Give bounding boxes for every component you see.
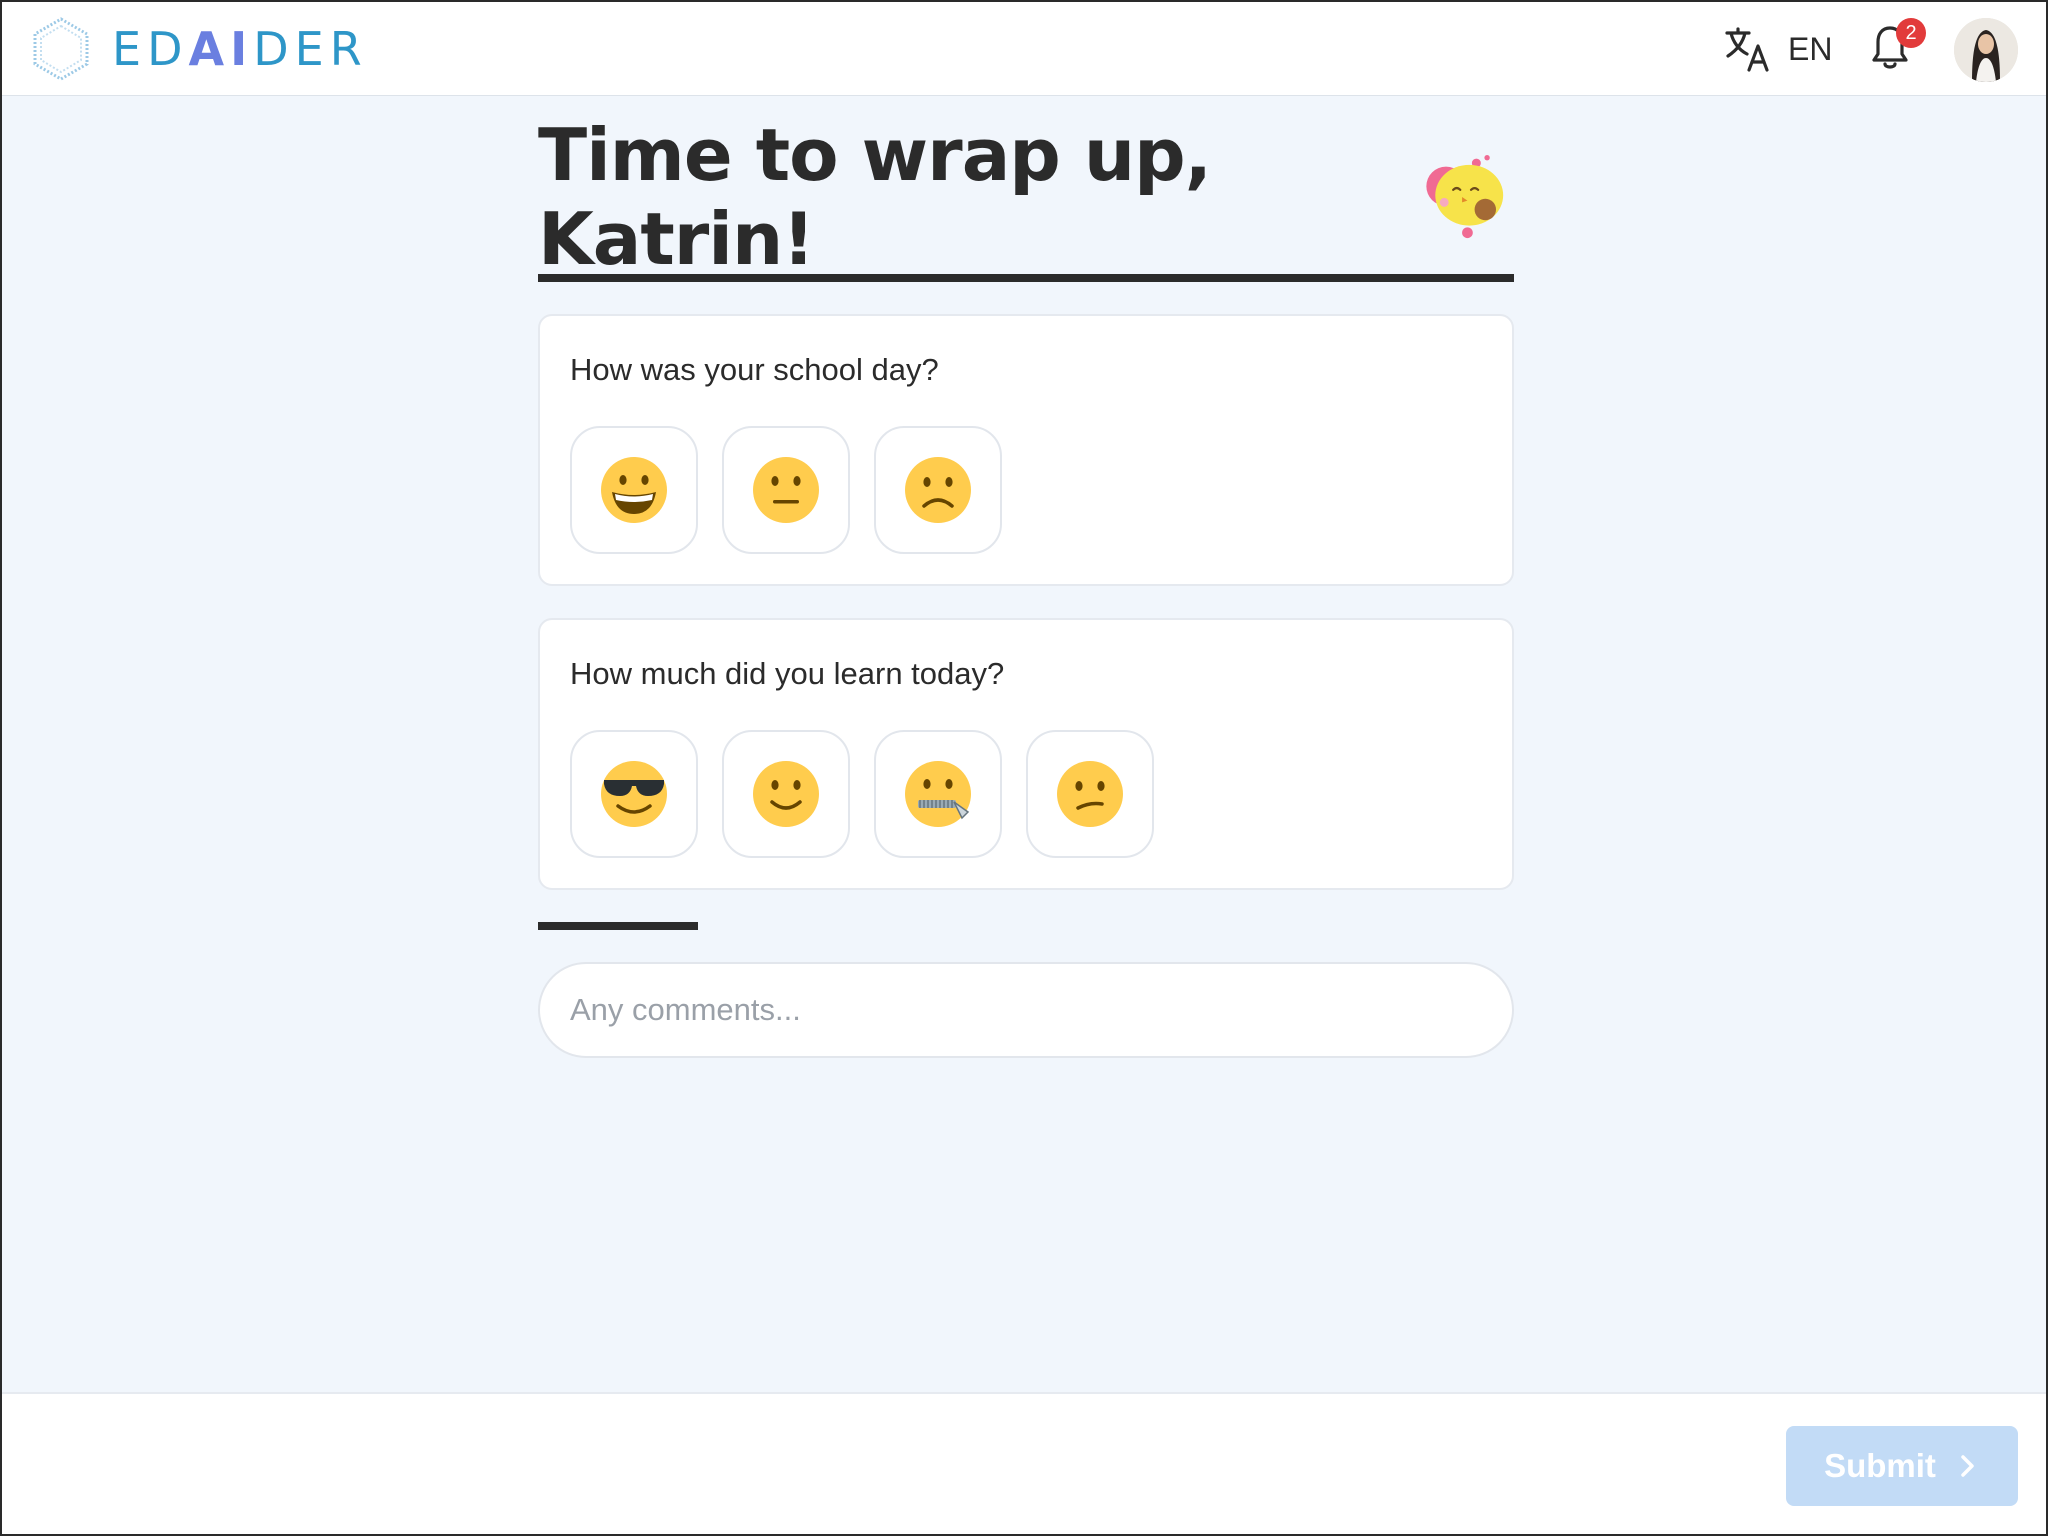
emoji-options [570, 730, 1178, 858]
avatar-image [1954, 18, 2018, 82]
chevron-right-icon [1961, 1455, 1974, 1477]
title-underline [538, 274, 1514, 282]
emoji-options [570, 426, 1026, 554]
notification-count-badge: 2 [1896, 18, 1926, 48]
neutral-face-icon [753, 457, 819, 523]
question-card-school-day: How was your school day? [538, 314, 1514, 586]
logo-wordmark: EDAIDER [112, 22, 368, 76]
question-text: How much did you learn today? [570, 656, 1005, 691]
page-title: Time to wrap up, Katrin! [538, 113, 1212, 281]
user-avatar[interactable] [1954, 18, 2018, 82]
option-zipper-mouth[interactable] [874, 730, 1002, 858]
sunglasses-face-icon [601, 761, 667, 827]
option-slightly-smiling[interactable] [722, 730, 850, 858]
option-confused[interactable] [1026, 730, 1154, 858]
notifications-button[interactable]: 2 [1870, 18, 1926, 74]
title-row: Time to wrap up, Katrin! [538, 113, 1514, 281]
hexagon-logo-icon [33, 17, 89, 81]
zipper-mouth-face-icon [905, 761, 971, 827]
chick-mascot-icon [1426, 155, 1504, 239]
slightly-smiling-face-icon [753, 761, 819, 827]
section-divider [538, 922, 698, 930]
edaider-logo[interactable]: EDAIDER [30, 14, 368, 84]
comments-input[interactable] [538, 962, 1514, 1058]
language-code: EN [1788, 30, 1833, 67]
question-card-learning: How much did you learn today? [538, 618, 1514, 890]
frowning-face-icon [905, 457, 971, 523]
option-sunglasses[interactable] [570, 730, 698, 858]
option-neutral[interactable] [722, 426, 850, 554]
grinning-face-icon [601, 457, 667, 523]
option-frowning[interactable] [874, 426, 1002, 554]
submit-label: Submit [1824, 1447, 1936, 1484]
language-switcher[interactable]: EN [1724, 26, 1832, 72]
option-grinning[interactable] [570, 426, 698, 554]
submit-button[interactable]: Submit [1786, 1426, 2018, 1506]
top-header: EDAIDER EN 2 [2, 2, 2046, 96]
footer-bar: Submit [2, 1392, 2046, 1534]
question-text: How was your school day? [570, 352, 939, 387]
confused-face-icon [1057, 761, 1123, 827]
translate-icon [1725, 27, 1769, 72]
